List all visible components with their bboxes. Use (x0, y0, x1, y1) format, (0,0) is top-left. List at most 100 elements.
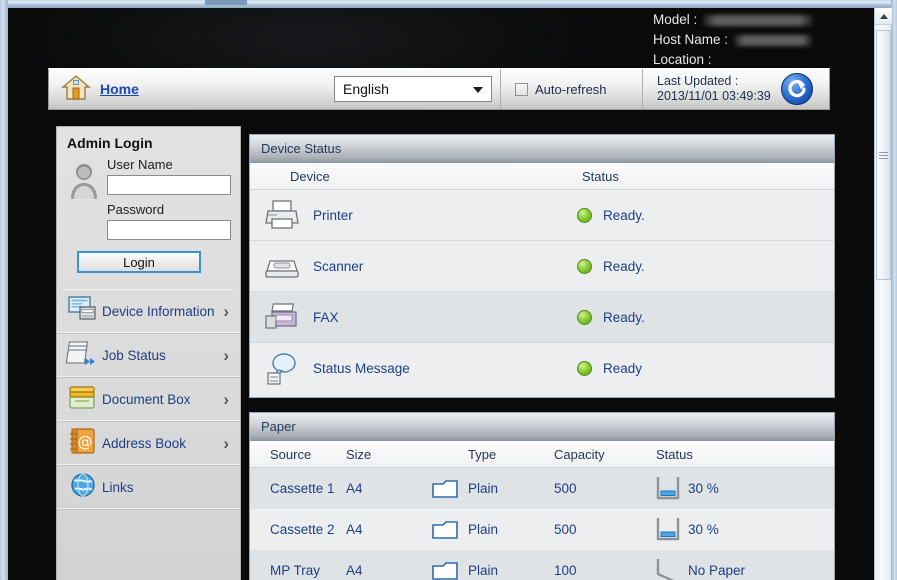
paper-column-headers: Source Size Type Capacity Status (250, 441, 834, 468)
status-indicator (565, 258, 603, 274)
links-globe-icon (66, 470, 100, 505)
auto-refresh-checkbox[interactable] (515, 82, 528, 96)
svg-text:@: @ (78, 433, 93, 451)
sidebar-item-label: Job Status (102, 348, 166, 363)
scroll-up-arrow[interactable] (875, 8, 892, 25)
last-updated-area: Last Updated : 2013/11/01 03:49:39 (643, 69, 839, 109)
chevron-right-icon: › (223, 301, 229, 321)
browser-window: Model : Host Name : Location : Home Engl… (0, 0, 897, 580)
model-label: Model : (653, 12, 698, 27)
sidebar-item-job-status[interactable]: Job Status › (57, 334, 240, 378)
sidebar-item-links[interactable]: Links (57, 466, 240, 510)
paper-source: Cassette 2 (270, 522, 335, 537)
auto-refresh-label: Auto-refresh (535, 81, 607, 97)
paper-panel-title: Paper (250, 413, 834, 441)
top-toolbar: Home English Auto-refresh Last Updated :… (48, 68, 830, 110)
paper-capacity: 500 (554, 481, 577, 496)
device-info-header: Model : Host Name : Location : (653, 10, 814, 70)
paper-level-icon (648, 474, 688, 504)
username-input[interactable] (107, 175, 231, 195)
sidebar-item-document-box[interactable]: Document Box › (57, 378, 240, 422)
refresh-icon[interactable] (780, 73, 813, 105)
host-name-value-redacted (734, 34, 813, 46)
device-status-text: Ready (603, 361, 643, 376)
login-fields: User Name Password (107, 157, 231, 247)
language-select[interactable]: English (334, 76, 492, 102)
device-status-panel: Device Status Device Status Printer Read… (249, 134, 835, 398)
column-header-status: Status (582, 168, 619, 184)
home-area: Home (49, 69, 334, 109)
device-info-host-row: Host Name : (653, 30, 813, 50)
device-name: FAX (313, 309, 339, 325)
sidebar-item-label: Links (102, 480, 134, 495)
chevron-down-icon (473, 87, 483, 93)
status-message-icon (250, 351, 313, 387)
sidebar-item-address-book[interactable]: @ Address Book › (57, 422, 240, 466)
column-header-device: Device (290, 168, 330, 184)
paper-type: Plain (468, 563, 499, 578)
device-info-model-row: Model : (653, 10, 814, 30)
browser-chrome-left (0, 0, 8, 580)
sidebar-item-label: Device Information (102, 304, 215, 319)
paper-type: Plain (468, 522, 499, 537)
last-updated-text: Last Updated : 2013/11/01 03:49:39 (657, 74, 771, 104)
paper-size: A4 (346, 481, 363, 496)
paper-panel: Paper Source Size Type Capacity Status C… (249, 412, 835, 580)
paper-size: A4 (346, 563, 363, 578)
host-name-label: Host Name : (653, 32, 729, 47)
paper-type-icon (422, 560, 468, 580)
admin-login-title: Admin Login (67, 135, 153, 151)
paper-capacity: 500 (554, 522, 577, 537)
scrollbar-thumb[interactable] (876, 30, 891, 280)
column-header-size: Size (346, 446, 372, 462)
auto-refresh-area[interactable]: Auto-refresh (501, 69, 643, 109)
device-status-text: Ready. (603, 258, 645, 274)
device-info-location-row: Location : (653, 50, 813, 70)
table-row[interactable]: Cassette 1 A4 Plain 500 30 % (250, 468, 834, 509)
fax-icon (250, 300, 313, 334)
device-information-icon (66, 294, 100, 329)
model-value-redacted (703, 14, 814, 26)
table-row[interactable]: Cassette 2 A4 Plain 500 30 % (250, 509, 834, 550)
paper-type-icon (422, 519, 468, 541)
table-row[interactable]: Scanner Ready. (250, 241, 834, 292)
browser-tab-stub[interactable] (205, 0, 247, 5)
login-button[interactable]: Login (77, 251, 201, 273)
device-status-column-headers: Device Status (250, 163, 834, 190)
sidebar-item-label: Address Book (102, 436, 187, 451)
table-row[interactable]: Printer Ready. (250, 190, 834, 241)
page-viewport: Model : Host Name : Location : Home Engl… (8, 8, 877, 580)
device-name: Status Message (313, 361, 410, 376)
paper-status: 30 % (688, 481, 719, 496)
sidebar: Admin Login User Name Password Login Dev… (56, 126, 241, 580)
password-label: Password (107, 202, 165, 217)
paper-type-icon (422, 478, 468, 500)
table-row[interactable]: MP Tray A4 Plain 100 No Paper (250, 550, 834, 580)
paper-level-icon (648, 556, 688, 580)
paper-type: Plain (468, 481, 499, 496)
device-status-text: Ready. (603, 207, 645, 223)
last-updated-label: Last Updated : (657, 74, 739, 88)
paper-source: Cassette 1 (270, 481, 335, 496)
language-area: English (334, 69, 501, 109)
user-avatar-icon (67, 157, 101, 247)
chevron-right-icon: › (223, 345, 229, 365)
table-row[interactable]: FAX Ready. (250, 292, 834, 343)
chevron-right-icon: › (223, 433, 229, 453)
column-header-type: Type (468, 446, 497, 462)
vertical-scrollbar[interactable] (874, 8, 892, 580)
home-link[interactable]: Home (100, 81, 139, 97)
house-icon (61, 73, 91, 106)
language-selected-value: English (343, 81, 389, 97)
paper-capacity: 100 (554, 563, 577, 578)
job-status-icon (65, 338, 100, 373)
printer-icon (250, 198, 313, 232)
sidebar-item-device-information[interactable]: Device Information › (57, 290, 240, 334)
location-label: Location : (653, 52, 712, 67)
sidebar-item-label: Document Box (102, 392, 191, 407)
table-row[interactable]: Status Message Ready (250, 343, 834, 394)
paper-status: No Paper (688, 563, 746, 578)
status-indicator (565, 361, 603, 376)
password-input[interactable] (107, 220, 231, 240)
column-header-capacity: Capacity (554, 446, 605, 462)
